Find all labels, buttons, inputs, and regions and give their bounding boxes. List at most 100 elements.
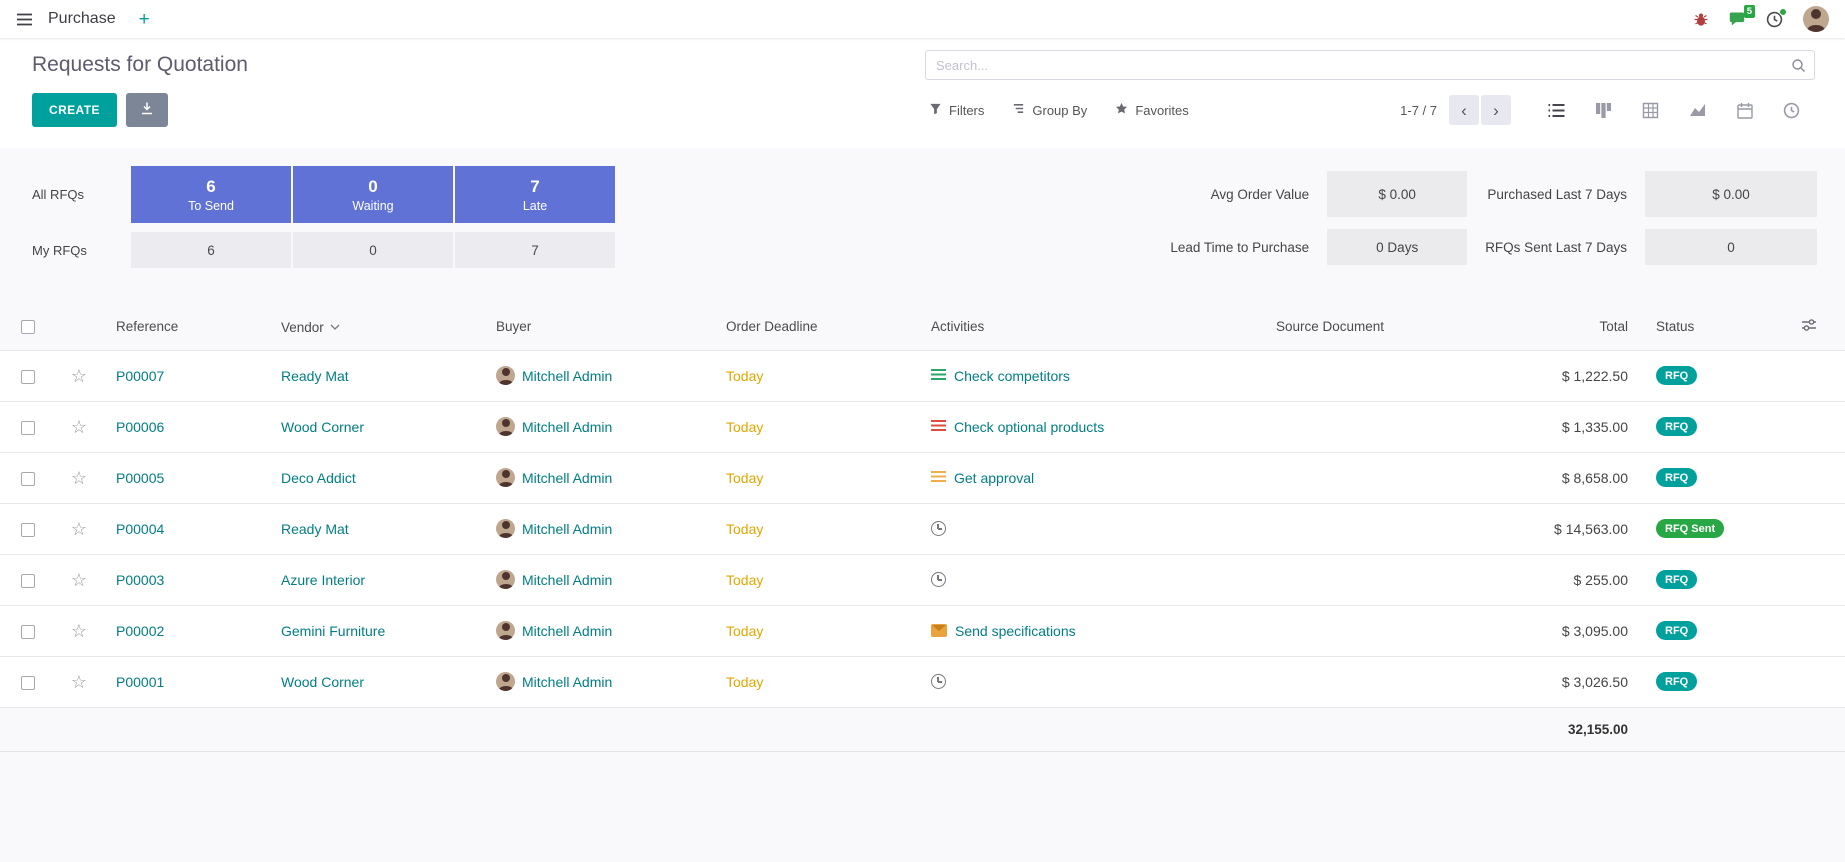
- select-all-checkbox[interactable]: [21, 320, 35, 334]
- user-avatar[interactable]: [1803, 6, 1829, 32]
- table-row[interactable]: ☆ P00006 Wood Corner Mitchell Admin Toda…: [0, 401, 1845, 452]
- table-row[interactable]: ☆ P00007 Ready Mat Mitchell Admin Today …: [0, 350, 1845, 401]
- my-late-count[interactable]: 7: [455, 232, 615, 268]
- reference-link[interactable]: P00005: [116, 470, 164, 486]
- col-activities[interactable]: Activities: [917, 304, 1262, 350]
- activity-link[interactable]: Get approval: [954, 470, 1034, 486]
- activity-type-icon[interactable]: [931, 471, 946, 484]
- graph-view-button[interactable]: [1674, 93, 1721, 127]
- stat-waiting[interactable]: 0 Waiting: [293, 166, 453, 223]
- toggle-columns-icon[interactable]: [1801, 320, 1817, 335]
- col-order-deadline[interactable]: Order Deadline: [712, 304, 917, 350]
- vendor-link[interactable]: Wood Corner: [281, 674, 364, 690]
- search-bar[interactable]: [925, 50, 1815, 80]
- favorite-star-icon[interactable]: ☆: [71, 468, 87, 488]
- vendor-link[interactable]: Ready Mat: [281, 368, 349, 384]
- favorite-star-icon[interactable]: ☆: [71, 417, 87, 437]
- order-deadline-value: Today: [726, 674, 763, 690]
- favorites-button[interactable]: Favorites: [1115, 102, 1188, 118]
- table-row[interactable]: ☆ P00002 Gemini Furniture Mitchell Admin…: [0, 605, 1845, 656]
- vendor-link[interactable]: Wood Corner: [281, 419, 364, 435]
- buyer-link[interactable]: Mitchell Admin: [522, 368, 612, 384]
- buyer-link[interactable]: Mitchell Admin: [522, 623, 612, 639]
- list-view-button[interactable]: [1533, 93, 1580, 127]
- reference-link[interactable]: P00001: [116, 674, 164, 690]
- col-reference[interactable]: Reference: [102, 304, 267, 350]
- my-to-send-count[interactable]: 6: [131, 232, 291, 268]
- filters-button[interactable]: Filters: [929, 102, 984, 118]
- activities-clock-icon[interactable]: [1766, 11, 1783, 28]
- reference-link[interactable]: P00003: [116, 572, 164, 588]
- row-checkbox[interactable]: [21, 574, 35, 588]
- kanban-view-button[interactable]: [1580, 93, 1627, 127]
- activity-type-icon[interactable]: [931, 674, 946, 689]
- activity-link[interactable]: Check competitors: [954, 368, 1070, 384]
- buyer-link[interactable]: Mitchell Admin: [522, 674, 612, 690]
- row-checkbox[interactable]: [21, 625, 35, 639]
- activity-type-icon[interactable]: [931, 420, 946, 433]
- calendar-view-button[interactable]: [1721, 93, 1768, 127]
- row-checkbox[interactable]: [21, 676, 35, 690]
- vendor-link[interactable]: Deco Addict: [281, 470, 356, 486]
- activity-type-icon[interactable]: [931, 572, 946, 587]
- new-tab-plus-icon[interactable]: +: [139, 10, 150, 29]
- favorite-star-icon[interactable]: ☆: [71, 621, 87, 641]
- create-button[interactable]: CREATE: [32, 93, 117, 127]
- activity-link[interactable]: Check optional products: [954, 419, 1104, 435]
- buyer-link[interactable]: Mitchell Admin: [522, 572, 612, 588]
- favorite-star-icon[interactable]: ☆: [71, 672, 87, 692]
- debug-bug-icon[interactable]: [1693, 11, 1709, 27]
- vendor-link[interactable]: Azure Interior: [281, 572, 365, 588]
- status-badge: RFQ Sent: [1656, 519, 1724, 538]
- stat-to-send[interactable]: 6 To Send: [131, 166, 291, 223]
- col-status[interactable]: Status: [1642, 304, 1787, 350]
- favorite-star-icon[interactable]: ☆: [71, 519, 87, 539]
- total-amount: $ 1,335.00: [1562, 419, 1628, 435]
- table-row[interactable]: ☆ P00005 Deco Addict Mitchell Admin Toda…: [0, 452, 1845, 503]
- row-checkbox[interactable]: [21, 370, 35, 384]
- export-button[interactable]: [126, 93, 168, 127]
- table-row[interactable]: ☆ P00001 Wood Corner Mitchell Admin Toda…: [0, 656, 1845, 707]
- search-icon[interactable]: [1791, 58, 1806, 78]
- buyer-link[interactable]: Mitchell Admin: [522, 521, 612, 537]
- messages-icon[interactable]: 5: [1729, 11, 1746, 27]
- col-buyer[interactable]: Buyer: [482, 304, 712, 350]
- activity-type-icon[interactable]: [931, 369, 946, 382]
- activity-type-icon[interactable]: [931, 624, 947, 637]
- vendor-link[interactable]: Gemini Furniture: [281, 623, 385, 639]
- activity-link[interactable]: Send specifications: [955, 623, 1076, 639]
- reference-link[interactable]: P00006: [116, 419, 164, 435]
- favorite-star-icon[interactable]: ☆: [71, 570, 87, 590]
- pivot-view-button[interactable]: [1627, 93, 1674, 127]
- reference-link[interactable]: P00002: [116, 623, 164, 639]
- table-row[interactable]: ☆ P00004 Ready Mat Mitchell Admin Today …: [0, 503, 1845, 554]
- row-checkbox[interactable]: [21, 472, 35, 486]
- my-waiting-count[interactable]: 0: [293, 232, 453, 268]
- table-row[interactable]: ☆ P00003 Azure Interior Mitchell Admin T…: [0, 554, 1845, 605]
- buyer-link[interactable]: Mitchell Admin: [522, 470, 612, 486]
- app-name[interactable]: Purchase: [48, 10, 116, 28]
- search-input[interactable]: [925, 50, 1815, 80]
- row-checkbox[interactable]: [21, 421, 35, 435]
- lead-time-label: Lead Time to Purchase: [1170, 240, 1309, 255]
- hamburger-menu-icon[interactable]: [16, 13, 33, 26]
- reference-link[interactable]: P00004: [116, 521, 164, 537]
- pager-previous-button[interactable]: ‹: [1449, 95, 1479, 125]
- favorite-star-icon[interactable]: ☆: [71, 366, 87, 386]
- rfq-list: Reference Vendor Buyer Order Deadline Ac…: [0, 304, 1845, 752]
- stat-late[interactable]: 7 Late: [455, 166, 615, 223]
- reference-link[interactable]: P00007: [116, 368, 164, 384]
- buyer-avatar: [496, 570, 515, 589]
- activity-view-button[interactable]: [1768, 93, 1815, 127]
- download-icon: [140, 101, 154, 119]
- vendor-link[interactable]: Ready Mat: [281, 521, 349, 537]
- activity-type-icon[interactable]: [931, 521, 946, 536]
- col-source-document[interactable]: Source Document: [1262, 304, 1472, 350]
- buyer-link[interactable]: Mitchell Admin: [522, 419, 612, 435]
- group-by-button[interactable]: Group By: [1012, 102, 1087, 118]
- to-send-count: 6: [206, 177, 215, 197]
- col-vendor[interactable]: Vendor: [267, 304, 482, 350]
- pager-next-button[interactable]: ›: [1481, 95, 1511, 125]
- col-total[interactable]: Total: [1472, 304, 1642, 350]
- row-checkbox[interactable]: [21, 523, 35, 537]
